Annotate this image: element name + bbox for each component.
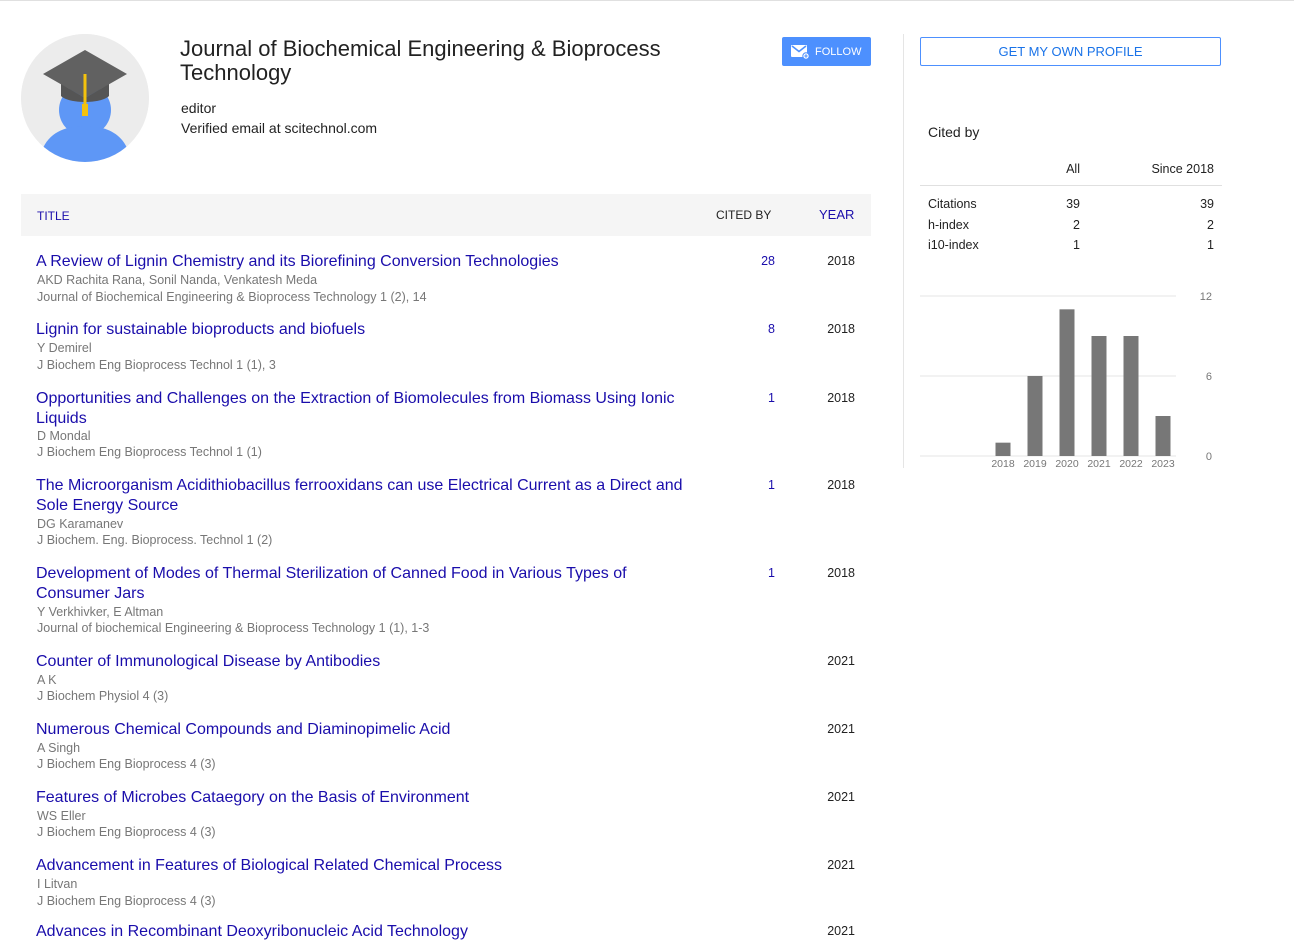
- chart-bar-2022[interactable]: [1123, 336, 1139, 456]
- article-title-link[interactable]: Counter of Immunological Disease by Anti…: [36, 652, 696, 672]
- article-authors: A K: [37, 673, 57, 687]
- top-divider: [0, 0, 1294, 1]
- article-year: 2021: [827, 654, 855, 668]
- chart-y-tick-label: 0: [1206, 451, 1212, 463]
- get-my-own-profile-button[interactable]: GET MY OWN PROFILE: [920, 37, 1221, 66]
- article-authors: D Mondal: [37, 429, 91, 443]
- stats-since: 39: [1200, 197, 1214, 211]
- article-venue: J Biochem. Eng. Bioprocess. Technol 1 (2…: [37, 533, 273, 547]
- stats-col-since: Since 2018: [1151, 162, 1214, 176]
- cited-by-link[interactable]: 1: [768, 391, 775, 405]
- graduate-avatar-icon: [21, 34, 149, 162]
- stats-since: 2: [1207, 217, 1214, 232]
- stats-label[interactable]: Citations: [928, 197, 977, 211]
- stats-label[interactable]: i10-index: [928, 238, 979, 252]
- profile-verified-email: Verified email at scitechnol.com: [181, 120, 378, 136]
- column-divider: [903, 34, 904, 468]
- cited-by-link[interactable]: 8: [768, 322, 775, 336]
- article-authors: I Litvan: [37, 877, 78, 891]
- citation-stats-table: All Since 2018 Citations 39 39 h-index 2…: [920, 156, 1222, 255]
- chart-y-tick-label: 6: [1206, 371, 1212, 383]
- article-title-link[interactable]: A Review of Lignin Chemistry and its Bio…: [36, 252, 696, 272]
- cited-by-link[interactable]: 1: [768, 478, 775, 492]
- article-title-link[interactable]: Development of Modes of Thermal Steriliz…: [36, 564, 696, 604]
- article-venue: J Biochem Eng Bioprocess 4 (3): [37, 894, 216, 908]
- publications-table-header: TITLE CITED BY YEAR: [21, 194, 871, 236]
- profile-name: Journal of Biochemical Engineering & Bio…: [180, 36, 661, 85]
- article-venue: J Biochem Eng Bioprocess Technol 1 (1): [37, 445, 262, 459]
- cited-by-heading: Cited by: [928, 124, 980, 140]
- article-title-link[interactable]: Numerous Chemical Compounds and Diaminop…: [36, 720, 696, 740]
- stats-row: i10-index 1 1: [920, 234, 1222, 255]
- chart-x-tick-label: 2023: [1151, 458, 1175, 470]
- article-venue: Journal of Biochemical Engineering & Bio…: [37, 290, 427, 304]
- stats-row: Citations 39 39: [920, 193, 1222, 214]
- article-year: 2018: [827, 254, 855, 268]
- sort-by-cited[interactable]: CITED BY: [716, 208, 771, 222]
- chart-bar-2023[interactable]: [1155, 416, 1171, 456]
- chart-x-tick-label: 2022: [1119, 458, 1143, 470]
- profile-avatar: [21, 34, 149, 162]
- stats-row: h-index 2 2: [920, 214, 1222, 235]
- article-authors: AKD Rachita Rana, Sonil Nanda, Venkatesh…: [37, 273, 318, 287]
- article-venue: J Biochem Eng Bioprocess Technol 1 (1), …: [37, 358, 276, 372]
- article-venue: Journal of biochemical Engineering & Bio…: [37, 621, 430, 635]
- article-year: 2018: [827, 478, 855, 492]
- chart-bar-2019[interactable]: [1027, 376, 1043, 456]
- article-year: 2018: [827, 391, 855, 405]
- chart-x-tick-label: 2019: [1023, 458, 1047, 470]
- sort-by-year[interactable]: YEAR: [819, 207, 854, 222]
- article-authors: Y Verkhivker, E Altman: [37, 605, 164, 619]
- stats-col-all: All: [1066, 162, 1080, 176]
- article-year: 2018: [827, 566, 855, 580]
- article-venue: J Biochem Physiol 4 (3): [37, 689, 169, 703]
- stats-all: 2: [1073, 217, 1080, 232]
- sort-by-title[interactable]: TITLE: [37, 209, 70, 223]
- follow-button[interactable]: FOLLOW: [782, 37, 871, 66]
- chart-bar-2021[interactable]: [1091, 336, 1107, 456]
- article-authors: DG Karamanev: [37, 517, 124, 531]
- stats-label[interactable]: h-index: [928, 218, 969, 232]
- chart-bar-2018[interactable]: [995, 442, 1011, 456]
- article-authors: Y Demirel: [37, 341, 92, 355]
- article-authors: A Singh: [37, 741, 81, 755]
- chart-bar-2020[interactable]: [1059, 309, 1075, 456]
- envelope-icon: [791, 44, 809, 59]
- article-venue: J Biochem Eng Bioprocess 4 (3): [37, 757, 216, 771]
- chart-x-tick-label: 2021: [1087, 458, 1111, 470]
- stats-header: All Since 2018: [920, 156, 1222, 186]
- article-title-link[interactable]: Features of Microbes Cataegory on the Ba…: [36, 788, 696, 808]
- cited-by-link[interactable]: 1: [768, 566, 775, 580]
- chart-x-tick-label: 2020: [1055, 458, 1079, 470]
- article-title-link[interactable]: The Microorganism Acidithiobacillus ferr…: [36, 476, 696, 516]
- article-title-link[interactable]: Advances in Recombinant Deoxyribonucleic…: [36, 922, 696, 942]
- stats-since: 1: [1207, 238, 1214, 252]
- article-title-link[interactable]: Opportunities and Challenges on the Extr…: [36, 389, 696, 429]
- cited-by-link[interactable]: 28: [761, 254, 775, 268]
- chart-y-tick-label: 12: [1200, 291, 1212, 303]
- article-year: 2021: [827, 722, 855, 736]
- article-title-link[interactable]: Lignin for sustainable bioproducts and b…: [36, 320, 696, 340]
- article-year: 2021: [827, 790, 855, 804]
- article-authors: WS Eller: [37, 809, 86, 823]
- article-year: 2021: [827, 858, 855, 872]
- stats-all: 1: [1073, 238, 1080, 252]
- chart-x-tick-label: 2018: [991, 458, 1015, 470]
- article-year: 2018: [827, 322, 855, 336]
- stats-all: 39: [1066, 197, 1080, 211]
- follow-label: FOLLOW: [815, 45, 862, 58]
- citations-per-year-chart: 0 6 12 2018 2019 2020 2021 2022 2023: [920, 291, 1212, 470]
- profile-affiliation: editor: [181, 100, 217, 116]
- article-venue: J Biochem Eng Bioprocess 4 (3): [37, 825, 216, 839]
- article-title-link[interactable]: Advancement in Features of Biological Re…: [36, 856, 696, 876]
